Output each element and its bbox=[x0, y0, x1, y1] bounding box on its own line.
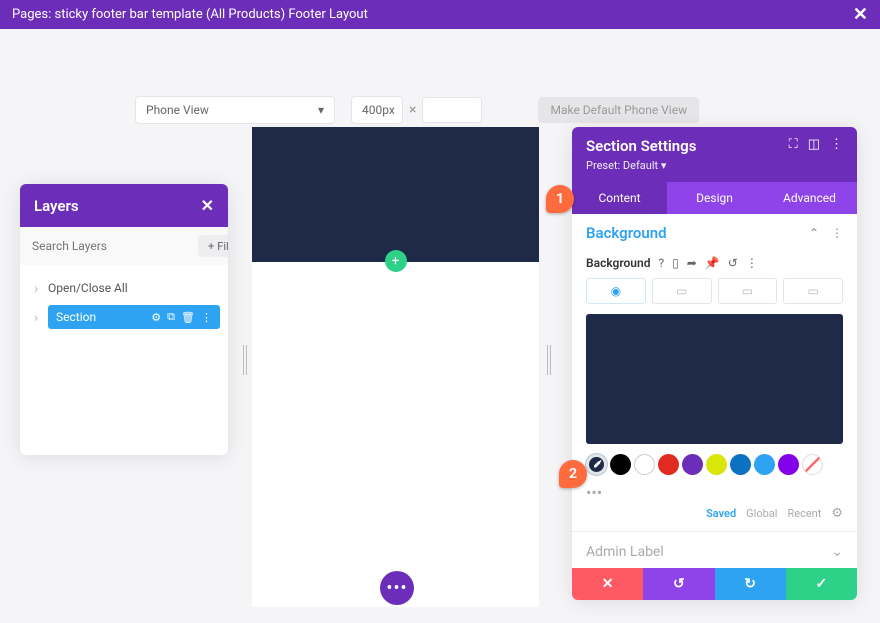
color-swatch-transparent[interactable] bbox=[802, 454, 823, 475]
cancel-button[interactable]: ✕ bbox=[572, 568, 643, 600]
background-preview[interactable] bbox=[586, 314, 843, 444]
resize-handle-left[interactable] bbox=[243, 345, 247, 375]
preset-dropdown[interactable]: Preset: Default ▾ bbox=[586, 159, 696, 172]
color-swatch-yellow[interactable] bbox=[706, 454, 727, 475]
chevron-down-icon: ⌄ bbox=[831, 544, 843, 560]
eyedropper-icon bbox=[591, 459, 603, 471]
background-heading: Background bbox=[586, 224, 667, 242]
filter-saved[interactable]: Saved bbox=[706, 507, 736, 520]
color-swatch-darkblue[interactable] bbox=[730, 454, 751, 475]
device-select[interactable]: Phone View ▾ bbox=[135, 96, 335, 124]
admin-label-text: Admin Label bbox=[586, 544, 664, 560]
filter-button[interactable]: +Filter bbox=[198, 235, 228, 257]
target-icon[interactable]: ⛶ bbox=[789, 137, 798, 152]
chevron-up-icon[interactable]: ⌃ bbox=[809, 226, 819, 240]
layer-item-label: Section bbox=[56, 310, 96, 324]
make-default-button[interactable]: Make Default Phone View bbox=[538, 97, 699, 123]
width-input[interactable]: 400px bbox=[351, 96, 403, 124]
filter-global[interactable]: Global bbox=[746, 507, 777, 520]
open-close-all[interactable]: Open/Close All bbox=[20, 275, 228, 305]
swatch-filters: Saved Global Recent ⚙ bbox=[572, 502, 857, 531]
color-swatch-purple[interactable] bbox=[682, 454, 703, 475]
search-input[interactable] bbox=[28, 235, 192, 257]
layers-panel: Layers ✕ +Filter Open/Close All Section … bbox=[20, 184, 228, 455]
bg-type-color[interactable]: ◉ bbox=[586, 278, 646, 304]
background-label: Background bbox=[586, 256, 650, 270]
settings-header: Section Settings Preset: Default ▾ ⛶ ◫ ⋮ bbox=[572, 127, 857, 182]
resize-handle-right[interactable] bbox=[547, 345, 551, 375]
tab-content[interactable]: Content bbox=[572, 182, 667, 214]
layer-item-actions: ⚙ ⧉ 🗑 ⋮ bbox=[151, 310, 212, 324]
select-caret-icon: ▾ bbox=[318, 103, 324, 117]
undo-button[interactable]: ↺ bbox=[643, 568, 714, 600]
tab-advanced[interactable]: Advanced bbox=[762, 182, 857, 214]
color-swatch-blue[interactable] bbox=[754, 454, 775, 475]
gear-icon[interactable]: ⚙ bbox=[831, 506, 843, 521]
layers-title: Layers bbox=[34, 197, 79, 215]
annotation-step-1: 1 bbox=[546, 185, 574, 213]
layers-search-row: +Filter bbox=[20, 227, 228, 265]
reset-icon[interactable]: ↺ bbox=[728, 256, 738, 270]
height-input[interactable] bbox=[422, 97, 482, 123]
more-icon[interactable]: ⋮ bbox=[831, 226, 843, 240]
more-icon[interactable]: ⋮ bbox=[746, 256, 758, 270]
admin-label-accordion[interactable]: Admin Label ⌄ bbox=[572, 531, 857, 568]
background-option-row: Background ? ▯ ➦ 📌 ↺ ⋮ bbox=[572, 250, 857, 278]
canvas-section[interactable]: + bbox=[252, 127, 539, 262]
panel-icon[interactable]: ◫ bbox=[808, 137, 820, 152]
redo-button[interactable]: ↻ bbox=[715, 568, 786, 600]
bg-type-video[interactable]: ▭ bbox=[783, 278, 843, 304]
tab-design[interactable]: Design bbox=[667, 182, 762, 214]
help-icon[interactable]: ? bbox=[658, 256, 664, 270]
add-section-button[interactable]: + bbox=[385, 250, 407, 272]
layer-item-section[interactable]: Section ⚙ ⧉ 🗑 ⋮ bbox=[48, 305, 220, 329]
top-bar: Pages: sticky footer bar template (All P… bbox=[0, 0, 880, 29]
more-icon[interactable]: ⋮ bbox=[830, 137, 843, 152]
settings-tabs: Content Design Advanced bbox=[572, 182, 857, 214]
plus-icon: + bbox=[208, 240, 214, 253]
device-select-label: Phone View bbox=[146, 103, 209, 117]
color-swatch-row bbox=[572, 454, 857, 481]
background-type-tabs: ◉ ▭ ▭ ▭ bbox=[572, 278, 857, 314]
action-bar: ✕ ↺ ↻ ✓ bbox=[572, 568, 857, 600]
pin-icon[interactable]: 📌 bbox=[705, 256, 720, 270]
background-accordion-header[interactable]: Background ⌃ ⋮ bbox=[572, 214, 857, 250]
settings-header-tools: ⛶ ◫ ⋮ bbox=[789, 137, 843, 152]
color-swatch-red[interactable] bbox=[658, 454, 679, 475]
color-swatch-violet[interactable] bbox=[778, 454, 799, 475]
trash-icon[interactable]: 🗑 bbox=[181, 311, 195, 324]
page-title: Pages: sticky footer bar template (All P… bbox=[12, 7, 368, 22]
settings-panel: Section Settings Preset: Default ▾ ⛶ ◫ ⋮… bbox=[572, 127, 857, 600]
fab-menu-button[interactable]: ••• bbox=[380, 571, 414, 605]
layers-body: Open/Close All Section ⚙ ⧉ 🗑 ⋮ bbox=[20, 265, 228, 455]
layers-header: Layers ✕ bbox=[20, 184, 228, 227]
color-swatch-white[interactable] bbox=[634, 454, 655, 475]
bg-type-image[interactable]: ▭ bbox=[718, 278, 778, 304]
width-group: 400px × bbox=[351, 96, 482, 124]
more-icon[interactable]: ⋮ bbox=[201, 311, 212, 324]
color-swatch-black[interactable] bbox=[610, 454, 631, 475]
filter-recent[interactable]: Recent bbox=[787, 507, 821, 520]
close-icon[interactable]: ✕ bbox=[201, 196, 214, 215]
settings-title: Section Settings bbox=[586, 137, 696, 155]
duplicate-icon[interactable]: ⧉ bbox=[167, 310, 175, 324]
close-icon[interactable]: ✕ bbox=[853, 4, 868, 25]
close-width-icon[interactable]: × bbox=[409, 102, 416, 118]
annotation-step-2: 2 bbox=[559, 460, 587, 488]
gear-icon[interactable]: ⚙ bbox=[151, 311, 161, 324]
save-button[interactable]: ✓ bbox=[786, 568, 857, 600]
canvas[interactable]: + bbox=[252, 127, 539, 607]
hover-icon[interactable]: ➦ bbox=[687, 256, 697, 270]
eyedropper-button[interactable] bbox=[586, 454, 607, 475]
more-swatches-button[interactable]: ••• bbox=[572, 481, 857, 502]
bg-type-gradient[interactable]: ▭ bbox=[652, 278, 712, 304]
tablet-icon[interactable]: ▯ bbox=[672, 256, 679, 270]
